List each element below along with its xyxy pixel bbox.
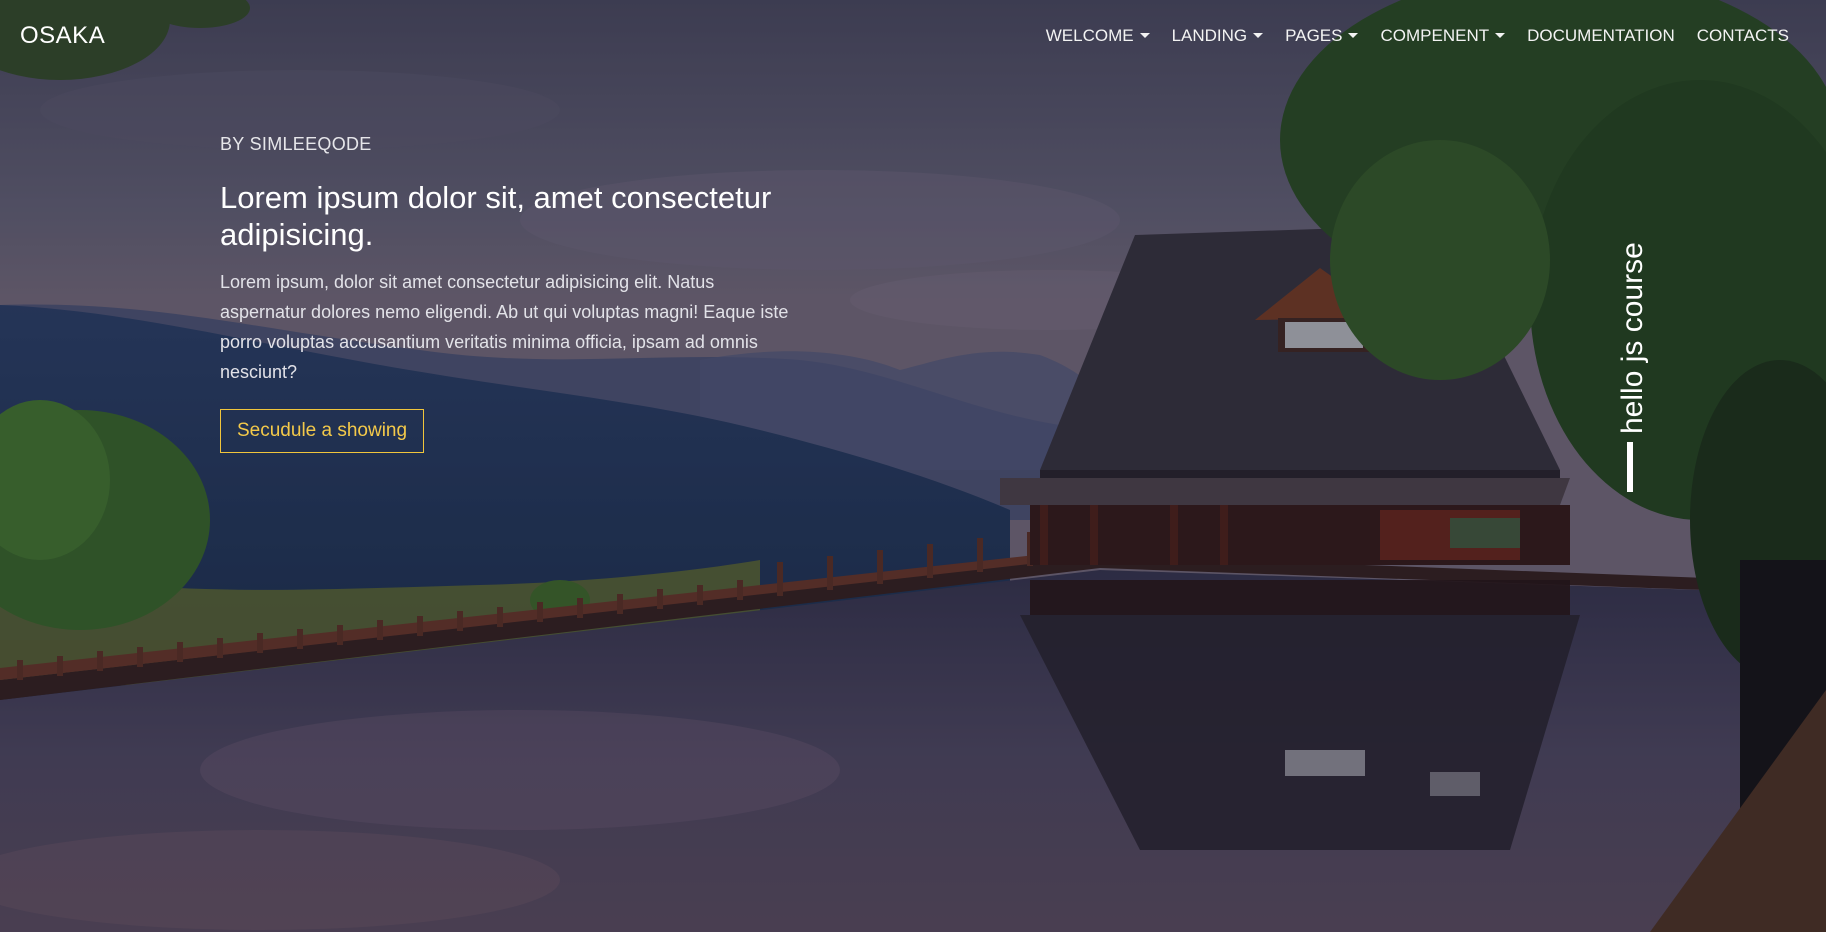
chevron-down-icon: [1253, 32, 1264, 38]
top-navbar: OSAKA WELCOME LANDING PAGES COMPENENT DO…: [0, 0, 1826, 72]
brand-logo[interactable]: OSAKA: [20, 22, 105, 50]
nav-item-welcome[interactable]: WELCOME: [1035, 26, 1161, 46]
nav-item-label: COMPENENT: [1380, 26, 1490, 45]
nav-menu: WELCOME LANDING PAGES COMPENENT DOCUMENT…: [1035, 26, 1800, 46]
hero-byline: BY SIMLEEQODE: [220, 134, 372, 154]
hero-content: BY SIMLEEQODE Lorem ipsum dolor sit, ame…: [220, 134, 800, 453]
side-label-text: hello js course: [1616, 242, 1649, 434]
nav-item-label: CONTACTS: [1696, 26, 1789, 45]
chevron-down-icon: [1348, 32, 1359, 38]
hero-lead-text: Lorem ipsum, dolor sit amet consectetur …: [220, 272, 789, 382]
nav-item-compenent[interactable]: COMPENENT: [1369, 26, 1516, 46]
nav-item-pages[interactable]: PAGES: [1274, 26, 1369, 46]
nav-item-label: PAGES: [1285, 26, 1343, 45]
side-label-bar: [1627, 442, 1633, 492]
nav-item-label: WELCOME: [1045, 26, 1134, 45]
nav-item-contacts[interactable]: CONTACTS: [1686, 26, 1800, 46]
nav-item-landing[interactable]: LANDING: [1161, 26, 1275, 46]
nav-item-label: DOCUMENTATION: [1527, 26, 1675, 45]
chevron-down-icon: [1139, 32, 1150, 38]
side-vertical-label: hello js course: [1612, 222, 1656, 492]
nav-item-label: LANDING: [1171, 26, 1248, 45]
chevron-down-icon: [1495, 32, 1506, 38]
nav-item-documentation[interactable]: DOCUMENTATION: [1516, 26, 1686, 46]
hero-headline: Lorem ipsum dolor sit, amet consectetur …: [220, 180, 772, 252]
schedule-showing-button[interactable]: Secudule a showing: [220, 409, 425, 453]
